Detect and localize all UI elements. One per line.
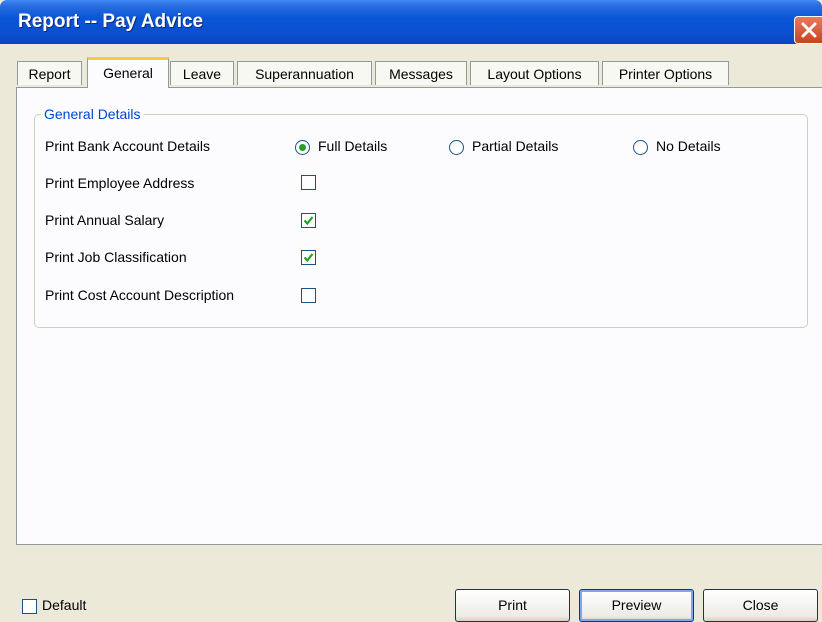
- tab-layout-options[interactable]: Layout Options: [470, 61, 599, 85]
- checkmark-icon: [303, 216, 314, 226]
- tab-report[interactable]: Report: [17, 61, 82, 85]
- job-classification-checkbox[interactable]: [301, 250, 316, 265]
- tab-leave[interactable]: Leave: [170, 61, 234, 85]
- employee-address-checkbox[interactable]: [301, 175, 316, 190]
- employee-address-label: Print Employee Address: [45, 175, 195, 191]
- radio-selected-dot: [299, 144, 306, 151]
- radio-partial-details[interactable]: [449, 140, 464, 155]
- bank-details-label: Print Bank Account Details: [45, 138, 210, 154]
- group-title: General Details: [41, 106, 144, 122]
- window-title: Report -- Pay Advice: [18, 11, 204, 32]
- cost-account-checkbox[interactable]: [301, 288, 316, 303]
- close-button[interactable]: Close: [703, 589, 818, 622]
- tab-superannuation[interactable]: Superannuation: [237, 61, 372, 85]
- tab-messages[interactable]: Messages: [375, 61, 467, 85]
- close-icon: [801, 22, 817, 38]
- annual-salary-label: Print Annual Salary: [45, 212, 165, 228]
- default-label: Default: [42, 597, 87, 613]
- annual-salary-checkbox[interactable]: [301, 213, 316, 228]
- radio-partial-details-label: Partial Details: [472, 138, 559, 154]
- cost-account-label: Print Cost Account Description: [45, 287, 235, 303]
- radio-no-details[interactable]: [633, 140, 648, 155]
- tab-printer-options[interactable]: Printer Options: [602, 61, 729, 85]
- radio-no-details-label: No Details: [656, 138, 721, 154]
- preview-button[interactable]: Preview: [579, 589, 694, 622]
- radio-full-details-label: Full Details: [318, 138, 388, 154]
- job-classification-label: Print Job Classification: [45, 249, 187, 265]
- tab-general[interactable]: General: [87, 57, 169, 88]
- report-window: Report -- Pay Advice Report General Leav…: [0, 0, 822, 622]
- checkmark-icon: [303, 253, 314, 263]
- close-window-button[interactable]: [794, 16, 822, 44]
- print-button[interactable]: Print: [455, 589, 570, 622]
- radio-full-details[interactable]: [295, 140, 310, 155]
- title-bar[interactable]: Report -- Pay Advice: [0, 0, 822, 44]
- default-checkbox[interactable]: [22, 599, 37, 614]
